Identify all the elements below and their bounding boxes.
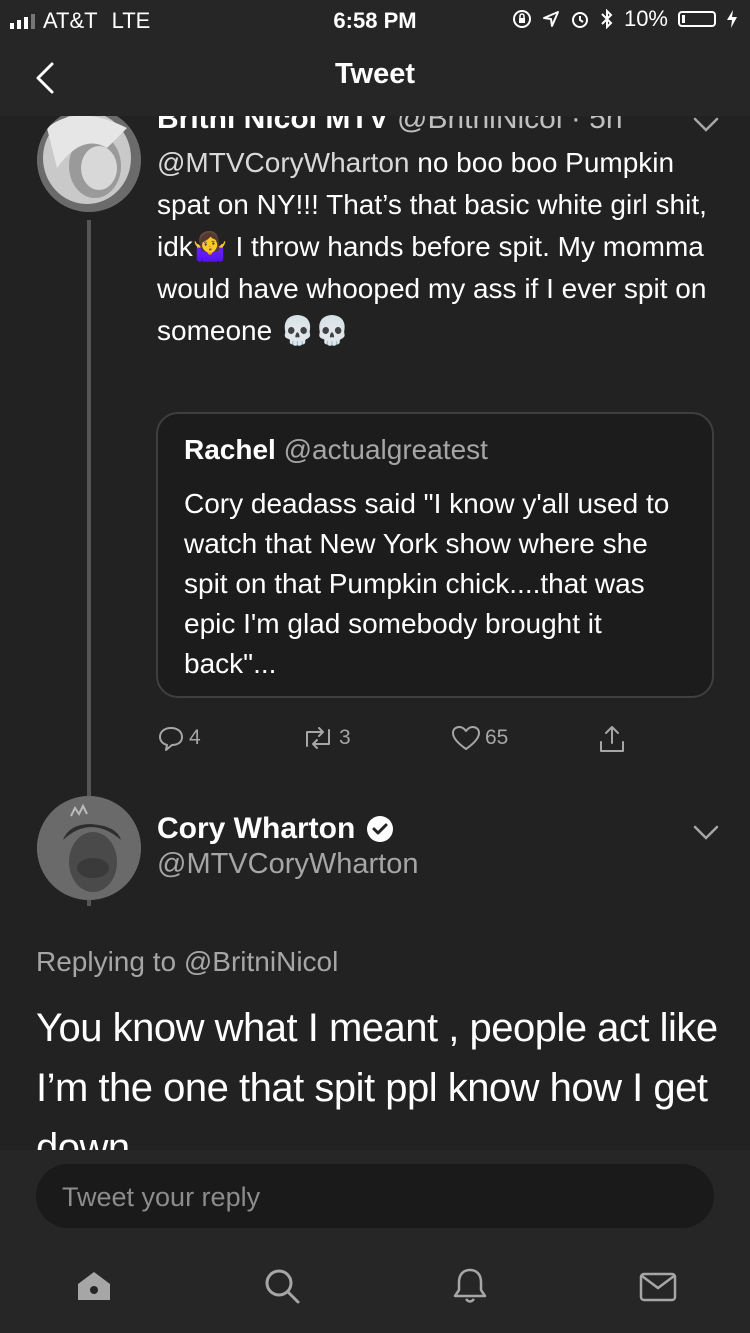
avatar-britni[interactable] — [37, 116, 141, 212]
separator-dot: · — [570, 116, 590, 135]
quoted-tweet-text: Cory deadass said "I know y'all used to … — [184, 488, 670, 679]
status-bar: AT&T LTE 6:58 PM 10% — [0, 0, 750, 40]
main-author[interactable]: Cory Wharton — [157, 812, 395, 846]
reply-action[interactable]: 4 — [157, 724, 201, 752]
reply-count: 4 — [189, 726, 201, 749]
location-icon — [542, 11, 559, 27]
avatar-cory-image — [37, 796, 141, 900]
main-author-name[interactable]: Cory Wharton — [157, 812, 355, 846]
status-right: 10% — [512, 6, 738, 32]
mail-icon[interactable] — [638, 1266, 678, 1306]
quoted-author-name: Rachel — [184, 434, 276, 465]
replying-prefix: Replying to — [36, 946, 184, 977]
quoted-tweet-header: Rachel @actualgreatest — [184, 434, 488, 466]
nav-bar: Tweet — [0, 40, 750, 116]
main-tweet-text: You know what I meant , people act like … — [36, 1006, 718, 1150]
avatar-cory[interactable] — [37, 796, 141, 900]
like-action[interactable]: 65 — [451, 724, 508, 752]
main-author-handle: @MTVCoryWharton — [157, 848, 419, 880]
retweet-action[interactable]: 3 — [301, 724, 351, 752]
parent-tweet-text: @MTVCoryWharton no boo boo Pumpkin spat … — [157, 142, 717, 352]
battery-percent: 10% — [623, 6, 668, 31]
retweet-count: 3 — [339, 726, 351, 749]
quoted-author-handle: @actualgreatest — [283, 434, 488, 465]
bell-icon[interactable] — [450, 1266, 490, 1306]
chevron-down-icon[interactable] — [692, 116, 720, 134]
share-action[interactable] — [597, 724, 627, 754]
parent-tweet-age: 5h — [589, 116, 623, 135]
replying-to: Replying to @BritniNicol — [36, 946, 338, 978]
charging-icon — [727, 10, 737, 28]
verified-badge-icon — [367, 816, 394, 842]
shrug-emoji: 🤷‍♀️ — [192, 231, 228, 262]
chevron-down-icon[interactable] — [692, 824, 720, 842]
battery-icon — [678, 11, 716, 27]
parent-tweet-actions: 4 3 65 — [157, 724, 657, 760]
bottom-bar — [0, 1150, 750, 1333]
heart-icon — [452, 726, 480, 750]
quoted-tweet-card[interactable]: Rachel @actualgreatest Cory deadass said… — [156, 412, 714, 698]
page-title: Tweet — [334, 58, 416, 90]
parent-author-handle: @BritniNicol — [397, 116, 563, 135]
replying-to-link[interactable]: @BritniNicol — [184, 946, 338, 977]
alarm-icon — [571, 12, 588, 28]
parent-text-part2: I throw hands before spit. My momma woul… — [157, 231, 707, 346]
bluetooth-icon — [601, 9, 613, 29]
skull-emoji: 💀💀 — [279, 315, 350, 346]
parent-tweet-header[interactable]: Britni Nicol MTV @BritniNicol · 5h — [157, 116, 623, 136]
reply-icon — [159, 727, 183, 751]
avatar-britni-image — [37, 116, 141, 212]
reply-input[interactable] — [60, 1176, 684, 1218]
like-count: 65 — [485, 726, 509, 749]
share-icon — [600, 726, 624, 752]
search-icon[interactable] — [262, 1266, 302, 1306]
retweet-icon — [306, 727, 330, 749]
mention-link[interactable]: @MTVCoryWharton — [157, 147, 409, 178]
home-icon[interactable] — [74, 1266, 114, 1306]
parent-author-name[interactable]: Britni Nicol MTV — [157, 116, 389, 135]
tweet-thread[interactable]: Britni Nicol MTV @BritniNicol · 5h @MTVC… — [0, 116, 750, 1150]
reply-box[interactable] — [36, 1164, 714, 1228]
rotation-lock-icon — [512, 10, 531, 28]
